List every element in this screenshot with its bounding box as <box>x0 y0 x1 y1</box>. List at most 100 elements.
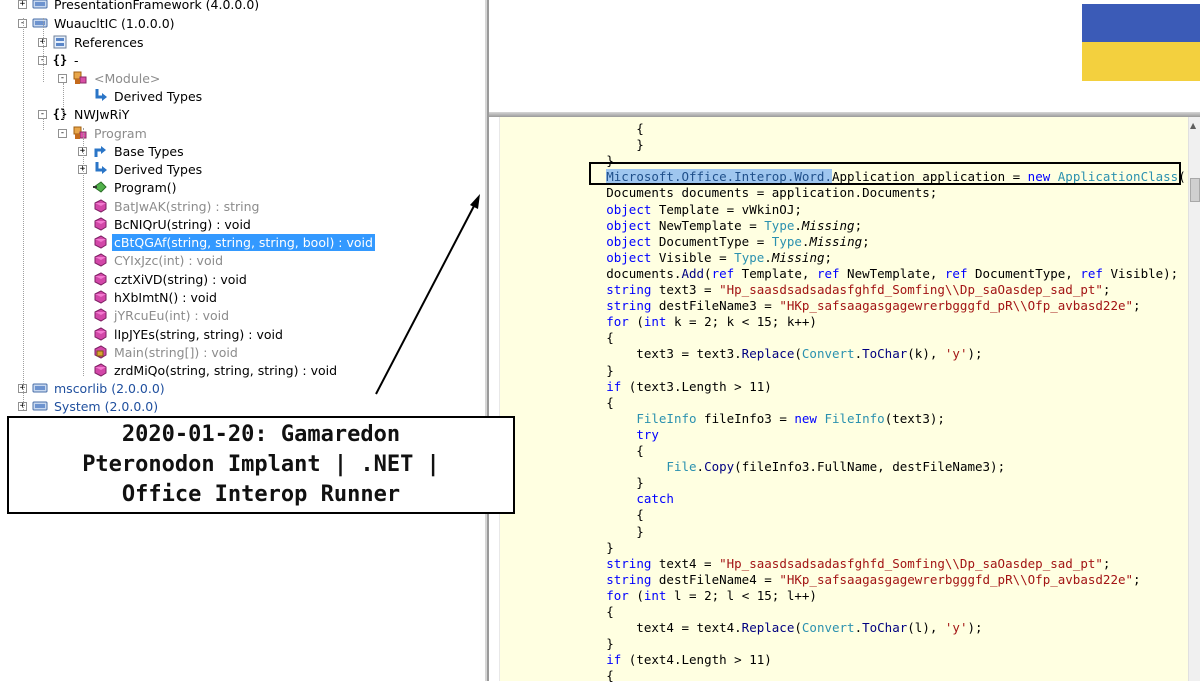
highlighted-text: Microsoft.Office.Interop.Word. <box>606 169 832 185</box>
tree-node-label: cBtQGAf(string, string, string, bool) : … <box>112 233 375 251</box>
code-line[interactable]: string text3 = "Hp_saasdsadsadasfghfd_So… <box>546 282 1110 298</box>
tree-node[interactable]: + Base Types <box>78 142 186 160</box>
code-line[interactable]: } <box>546 363 614 379</box>
static-method-icon <box>92 344 108 360</box>
tree-node[interactable]: - Program <box>58 124 149 142</box>
tree-node[interactable]: + References <box>38 33 145 51</box>
tree-node-label: zrdMiQo(string, string, string) : void <box>114 362 338 378</box>
code-line[interactable]: } <box>546 137 644 153</box>
base-types-icon <box>92 143 108 159</box>
code-line[interactable]: } <box>546 540 614 556</box>
tree-node[interactable]: Derived Types <box>78 87 204 105</box>
method-icon <box>92 234 108 250</box>
code-line[interactable]: for (int l = 2; l < 15; l++) <box>546 588 817 604</box>
tree-node[interactable]: Program() <box>78 178 179 196</box>
code-line[interactable]: Documents documents = application.Docume… <box>546 185 937 201</box>
tree-node[interactable]: hXbImtN() : void <box>78 288 219 306</box>
flag-yellow-stripe <box>1082 42 1200 81</box>
code-line[interactable]: object DocumentType = Type.Missing; <box>546 234 869 250</box>
code-line[interactable]: if (text3.Length > 11) <box>546 379 772 395</box>
code-line[interactable]: string text4 = "Hp_saasdsadsadasfghfd_So… <box>546 556 1110 572</box>
tree-node[interactable]: zrdMiQo(string, string, string) : void <box>78 361 339 379</box>
tree-node-label: hXbImtN() : void <box>114 289 217 305</box>
namespace-braces-icon: {} <box>52 53 68 67</box>
tree-node-label: PresentationFramework (4.0.0.0) <box>54 0 260 12</box>
method-icon <box>92 271 108 287</box>
code-line[interactable]: { <box>546 668 614 684</box>
code-line[interactable]: { <box>546 395 614 411</box>
code-line[interactable]: { <box>546 121 644 137</box>
flag-blue-stripe <box>1082 4 1200 42</box>
code-line[interactable]: Microsoft.Office.Interop.Word.Applicatio… <box>546 169 1200 185</box>
tree-node-label: Base Types <box>114 143 184 159</box>
tree-node-label: Derived Types <box>114 161 203 177</box>
tree-node-label: jYRcuEu(int) : void <box>114 307 230 323</box>
tree-node-label: Main(string[]) : void <box>114 344 238 360</box>
code-line[interactable]: object NewTemplate = Type.Missing; <box>546 218 862 234</box>
expand-icon[interactable]: + <box>18 0 27 9</box>
code-line[interactable]: object Template = vWkinOJ; <box>546 202 802 218</box>
code-line[interactable]: } <box>546 475 644 491</box>
code-line[interactable]: catch <box>546 491 674 507</box>
code-line[interactable]: object Visible = Type.Missing; <box>546 250 832 266</box>
code-line[interactable]: } <box>546 153 614 169</box>
code-line[interactable]: text3 = text3.Replace(Convert.ToChar(k),… <box>546 346 982 362</box>
code-line[interactable]: for (int k = 2; k < 15; k++) <box>546 314 817 330</box>
tree-node[interactable]: lIpJYEs(string, string) : void <box>78 325 285 343</box>
tree-node[interactable]: + mscorlib (2.0.0.0) <box>18 379 167 397</box>
code-line[interactable]: } <box>546 524 644 540</box>
tree-node[interactable]: cztXiVD(string) : void <box>78 270 249 288</box>
tree-node-label: cztXiVD(string) : void <box>114 271 247 287</box>
assembly-tree[interactable]: + PresentationFramework (4.0.0.0) - Wuauclt… <box>0 0 484 681</box>
method-icon <box>92 252 108 268</box>
tree-node[interactable]: jYRcuEu(int) : void <box>78 306 231 324</box>
tree-node[interactable]: Main(string[]) : void <box>78 343 240 361</box>
code-line[interactable]: } <box>546 636 614 652</box>
tree-node[interactable]: + Derived Types <box>78 160 204 178</box>
tree-node-label: BcNIQrU(string) : void <box>114 216 251 232</box>
caption-line-3: Office Interop Runner <box>121 482 401 507</box>
code-line[interactable]: { <box>546 507 644 523</box>
code-line[interactable]: if (text4.Length > 11) <box>546 652 772 668</box>
collapse-icon[interactable]: - <box>58 128 67 138</box>
references-folder-icon <box>52 34 68 50</box>
tree-node[interactable]: - WuaucltIC (1.0.0.0) <box>18 14 177 32</box>
tree-node[interactable]: + System (2.0.0.0) <box>18 397 160 415</box>
tree-node[interactable]: cBtQGAf(string, string, string, bool) : … <box>78 233 375 251</box>
code-line[interactable]: { <box>546 604 614 620</box>
tree-node-label: Derived Types <box>114 88 203 104</box>
code-line[interactable]: string destFileName3 = "HKp_safsaagasgag… <box>546 298 1140 314</box>
code-line[interactable]: { <box>546 330 614 346</box>
tree-node-label: mscorlib (2.0.0.0) <box>54 380 165 396</box>
scrollbar-thumb[interactable] <box>1190 178 1200 202</box>
code-line[interactable]: File.Copy(fileInfo3.FullName, destFileNa… <box>546 459 1005 475</box>
code-view[interactable]: { } } Microsoft.Office.Interop.Word.Appl… <box>489 117 1200 684</box>
tree-node[interactable]: -{} - <box>38 51 81 69</box>
tree-node-label: References <box>74 34 144 50</box>
caption-line-1: 2020-01-20: Gamaredon <box>121 422 401 447</box>
code-line[interactable]: try <box>546 427 659 443</box>
class-icon <box>72 70 88 86</box>
code-line[interactable]: text4 = text4.Replace(Convert.ToChar(l),… <box>546 620 982 636</box>
tree-node[interactable]: BatJwAK(string) : string <box>78 197 261 215</box>
code-line[interactable]: documents.Add(ref Template, ref NewTempl… <box>546 266 1178 282</box>
code-line[interactable]: string destFileName4 = "HKp_safsaagasgag… <box>546 572 1140 588</box>
tree-node[interactable]: -{} NWJwRiY <box>38 105 131 123</box>
derived-types-icon <box>92 88 108 104</box>
tree-connector <box>43 118 44 130</box>
tree-node[interactable]: CYIxJzc(int) : void <box>78 251 225 269</box>
collapse-icon[interactable]: - <box>58 73 67 83</box>
tree-node-label: - <box>74 52 79 68</box>
code-line[interactable]: FileInfo fileInfo3 = new FileInfo(text3)… <box>546 411 945 427</box>
tree-node[interactable]: BcNIQrU(string) : void <box>78 215 253 233</box>
tree-connector <box>83 128 84 376</box>
scroll-up-arrow-icon[interactable]: ▲ <box>1190 121 1196 130</box>
tree-node[interactable]: + PresentationFramework (4.0.0.0) <box>18 0 261 13</box>
assembly-icon <box>32 380 48 396</box>
tree-node[interactable]: - <Module> <box>58 69 162 87</box>
code-line[interactable]: { <box>546 443 644 459</box>
method-icon <box>92 326 108 342</box>
caption-box: 2020-01-20: Gamaredon Pteronodon Implant… <box>7 416 515 514</box>
class-icon <box>72 125 88 141</box>
method-icon <box>92 216 108 232</box>
